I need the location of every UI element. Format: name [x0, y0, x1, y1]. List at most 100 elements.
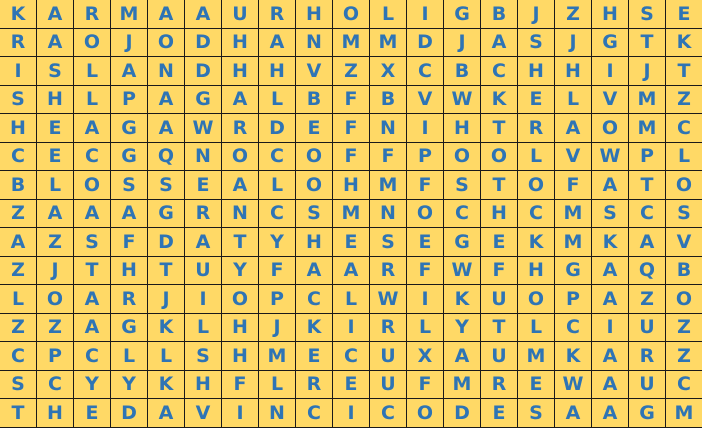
grid-cell[interactable]: A: [37, 0, 74, 29]
grid-cell[interactable]: C: [0, 342, 37, 371]
grid-cell[interactable]: T: [148, 256, 185, 285]
grid-cell[interactable]: T: [0, 399, 37, 428]
grid-cell[interactable]: H: [222, 28, 259, 57]
grid-cell[interactable]: J: [629, 57, 666, 86]
grid-cell[interactable]: C: [74, 142, 111, 171]
grid-cell[interactable]: O: [333, 0, 370, 29]
grid-cell[interactable]: R: [111, 285, 148, 314]
grid-cell[interactable]: M: [370, 171, 407, 200]
grid-cell[interactable]: V: [555, 142, 592, 171]
grid-cell[interactable]: B: [370, 85, 407, 114]
grid-cell[interactable]: M: [444, 370, 481, 399]
grid-cell[interactable]: H: [222, 313, 259, 342]
grid-cell[interactable]: A: [185, 228, 222, 257]
grid-cell[interactable]: R: [185, 199, 222, 228]
grid-cell[interactable]: F: [333, 114, 370, 143]
grid-cell[interactable]: L: [370, 0, 407, 29]
grid-cell[interactable]: G: [629, 399, 666, 428]
grid-cell[interactable]: T: [481, 313, 518, 342]
grid-cell[interactable]: G: [444, 228, 481, 257]
grid-cell[interactable]: C: [666, 114, 702, 143]
grid-cell[interactable]: A: [481, 28, 518, 57]
grid-cell[interactable]: S: [666, 200, 702, 228]
grid-cell[interactable]: E: [296, 342, 333, 371]
grid-cell[interactable]: F: [481, 256, 518, 285]
grid-cell[interactable]: A: [592, 285, 629, 314]
grid-cell[interactable]: D: [111, 399, 148, 428]
grid-cell[interactable]: R: [370, 256, 407, 285]
grid-cell[interactable]: A: [148, 399, 185, 428]
grid-cell[interactable]: A: [222, 85, 259, 114]
grid-cell[interactable]: E: [74, 399, 111, 428]
grid-cell[interactable]: Z: [0, 313, 37, 342]
grid-cell[interactable]: I: [222, 399, 259, 428]
grid-cell[interactable]: U: [222, 0, 259, 29]
grid-cell[interactable]: Z: [0, 256, 37, 285]
grid-cell[interactable]: O: [74, 28, 111, 57]
grid-cell[interactable]: U: [629, 313, 666, 342]
grid-cell[interactable]: H: [296, 0, 333, 29]
grid-cell[interactable]: O: [444, 142, 481, 171]
grid-cell[interactable]: D: [185, 57, 222, 86]
grid-cell[interactable]: V: [407, 85, 444, 114]
grid-cell[interactable]: A: [37, 199, 74, 228]
grid-cell[interactable]: L: [666, 143, 702, 171]
grid-cell[interactable]: R: [370, 313, 407, 342]
grid-cell[interactable]: H: [259, 57, 296, 86]
grid-cell[interactable]: K: [592, 228, 629, 257]
grid-cell[interactable]: E: [481, 228, 518, 257]
grid-cell[interactable]: R: [259, 0, 296, 29]
grid-cell[interactable]: L: [518, 142, 555, 171]
grid-cell[interactable]: Z: [0, 199, 37, 228]
grid-cell[interactable]: U: [370, 370, 407, 399]
grid-cell[interactable]: S: [0, 370, 37, 399]
grid-cell[interactable]: K: [444, 285, 481, 314]
grid-cell[interactable]: L: [259, 370, 296, 399]
grid-cell[interactable]: F: [111, 228, 148, 257]
grid-cell[interactable]: H: [333, 171, 370, 200]
grid-cell[interactable]: J: [148, 285, 185, 314]
grid-cell[interactable]: L: [185, 313, 222, 342]
grid-cell[interactable]: S: [111, 171, 148, 200]
grid-cell[interactable]: F: [407, 256, 444, 285]
grid-cell[interactable]: A: [629, 228, 666, 257]
grid-cell[interactable]: J: [111, 28, 148, 57]
grid-cell[interactable]: A: [37, 28, 74, 57]
grid-cell[interactable]: E: [333, 370, 370, 399]
grid-cell[interactable]: E: [185, 171, 222, 200]
grid-cell[interactable]: B: [296, 85, 333, 114]
grid-cell[interactable]: P: [111, 85, 148, 114]
grid-cell[interactable]: J: [444, 28, 481, 57]
grid-cell[interactable]: P: [555, 285, 592, 314]
grid-cell[interactable]: H: [0, 114, 37, 143]
grid-cell[interactable]: I: [592, 57, 629, 86]
grid-cell[interactable]: O: [296, 142, 333, 171]
grid-cell[interactable]: A: [333, 256, 370, 285]
grid-cell[interactable]: A: [0, 228, 37, 257]
grid-cell[interactable]: C: [444, 199, 481, 228]
grid-cell[interactable]: M: [629, 114, 666, 143]
grid-cell[interactable]: V: [185, 399, 222, 428]
grid-cell[interactable]: A: [222, 171, 259, 200]
grid-cell[interactable]: F: [259, 256, 296, 285]
grid-cell[interactable]: A: [592, 399, 629, 428]
grid-cell[interactable]: L: [333, 285, 370, 314]
grid-cell[interactable]: C: [629, 199, 666, 228]
grid-cell[interactable]: Z: [666, 86, 702, 114]
grid-cell[interactable]: M: [629, 85, 666, 114]
grid-cell[interactable]: A: [148, 85, 185, 114]
grid-cell[interactable]: E: [296, 114, 333, 143]
grid-cell[interactable]: O: [666, 285, 702, 314]
grid-cell[interactable]: Z: [333, 57, 370, 86]
grid-cell[interactable]: M: [666, 399, 702, 428]
grid-cell[interactable]: K: [148, 370, 185, 399]
grid-cell[interactable]: C: [370, 399, 407, 428]
grid-cell[interactable]: R: [0, 28, 37, 57]
grid-cell[interactable]: H: [518, 256, 555, 285]
grid-cell[interactable]: F: [333, 85, 370, 114]
grid-cell[interactable]: Z: [555, 0, 592, 29]
grid-cell[interactable]: U: [185, 256, 222, 285]
grid-cell[interactable]: N: [185, 142, 222, 171]
grid-cell[interactable]: K: [518, 228, 555, 257]
grid-cell[interactable]: A: [259, 28, 296, 57]
